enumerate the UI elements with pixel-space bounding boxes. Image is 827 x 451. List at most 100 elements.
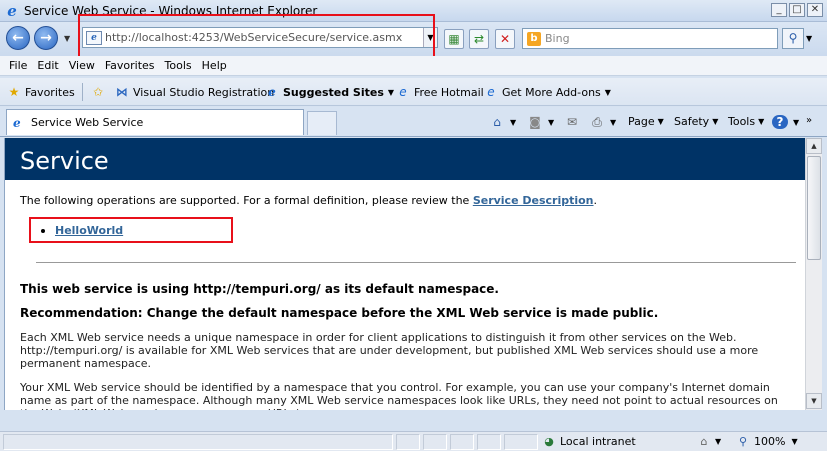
- favorites-bar: ★ Favorites ✩ ⋈ Visual Studio Registrati…: [0, 78, 827, 106]
- fav-free-hotmail-label: Free Hotmail: [414, 85, 484, 99]
- chevron-down-icon: ▼: [610, 117, 617, 127]
- stop-icon: ✕: [499, 32, 511, 46]
- forward-button[interactable]: →: [34, 26, 58, 50]
- add-favorite-icon: ✩: [92, 85, 104, 99]
- minimize-button[interactable]: _: [771, 3, 787, 17]
- window-controls: _ □ ✕: [771, 3, 823, 17]
- recent-pages-dropdown-icon[interactable]: ▼: [64, 34, 70, 43]
- search-box[interactable]: b Bing: [522, 28, 778, 49]
- intro-end: .: [593, 194, 598, 207]
- divider: [36, 262, 796, 263]
- status-pane: [504, 434, 538, 450]
- chevron-down-icon: ▼: [715, 437, 722, 446]
- chevron-down-icon: ▼: [548, 117, 555, 127]
- ie-logo-icon: e: [7, 1, 17, 20]
- close-button[interactable]: ✕: [807, 3, 823, 17]
- fav-get-more-addons[interactable]: e Get More Add-ons ▼: [484, 85, 611, 99]
- chevron-down-icon: ▼: [510, 117, 517, 127]
- search-button[interactable]: ⚲: [782, 28, 804, 49]
- fav-visual-studio-label: Visual Studio Registration: [133, 85, 275, 99]
- maximize-button[interactable]: □: [789, 3, 805, 17]
- mail-icon: ✉: [566, 115, 578, 129]
- add-to-favorites-bar-button[interactable]: ✩: [91, 85, 109, 99]
- zoom-level: 100%: [754, 435, 786, 448]
- lock-icon: ⌂: [700, 435, 708, 448]
- new-tab-button[interactable]: [307, 111, 337, 135]
- address-highlight-box: [78, 14, 435, 59]
- favorites-button[interactable]: ★ Favorites: [7, 85, 75, 99]
- more-commands-button[interactable]: »: [806, 115, 812, 126]
- page-title: Service: [20, 147, 109, 175]
- fav-free-hotmail[interactable]: e Free Hotmail: [396, 85, 484, 99]
- tab-title: Service Web Service: [31, 116, 144, 129]
- security-zone-label: Local intranet: [560, 435, 636, 448]
- search-icon: ⚲: [788, 31, 798, 45]
- menu-file[interactable]: File: [9, 59, 34, 72]
- namespace-paragraph-1: Each XML Web service needs a unique name…: [20, 331, 759, 370]
- fav-visual-studio-registration[interactable]: ⋈ Visual Studio Registration: [115, 85, 274, 99]
- menu-edit[interactable]: Edit: [37, 59, 65, 72]
- menu-view[interactable]: View: [69, 59, 102, 72]
- chevron-down-icon: ▼: [758, 117, 765, 126]
- chevron-down-icon: ▼: [712, 117, 719, 126]
- feeds-button[interactable]: ◙ ▼: [527, 115, 554, 129]
- stop-button[interactable]: ✕: [495, 29, 515, 49]
- namespace-paragraph-2: Your XML Web service should be identifie…: [20, 381, 778, 410]
- scroll-thumb[interactable]: [807, 156, 821, 260]
- visual-studio-icon: ⋈: [116, 85, 128, 99]
- tab-row: e Service Web Service ⌂ ▼ ◙ ▼ ✉ ⎙ ▼ Page ▼ S…: [0, 107, 827, 137]
- recommendation-text: Recommendation: Change the default names…: [20, 306, 659, 320]
- chevron-down-icon: ▼: [791, 437, 798, 446]
- scroll-down-button[interactable]: ▼: [806, 393, 822, 409]
- chevron-down-icon: ▼: [793, 117, 800, 127]
- refresh-icon: ⇄: [473, 32, 485, 46]
- helloworld-highlight-box: [29, 217, 233, 243]
- intranet-zone-icon: ◕: [544, 435, 554, 448]
- protected-mode-button[interactable]: ⌂ ▼: [697, 435, 722, 448]
- chevron-right-icon: »: [806, 115, 813, 126]
- print-button[interactable]: ⎙ ▼: [589, 115, 616, 129]
- chevron-down-icon: ▼: [604, 87, 611, 97]
- help-icon: ?: [772, 115, 788, 129]
- favbar-separator: [82, 83, 83, 101]
- status-bar: ◕ Local intranet ⌂ ▼ ⚲ 100% ▼: [0, 431, 827, 451]
- refresh-button[interactable]: ⇄: [469, 29, 489, 49]
- compatibility-view-button[interactable]: ▦: [444, 29, 464, 49]
- read-mail-button[interactable]: ✉: [564, 115, 582, 129]
- home-button[interactable]: ⌂ ▼: [489, 115, 516, 129]
- menu-help[interactable]: Help: [202, 59, 234, 72]
- status-pane: [396, 434, 420, 450]
- service-description-link[interactable]: Service Description: [473, 194, 594, 207]
- ie-tab-icon: e: [13, 115, 21, 130]
- tab-service-web-service[interactable]: e Service Web Service: [6, 109, 304, 135]
- menu-favorites[interactable]: Favorites: [105, 59, 162, 72]
- menu-bar: File Edit View Favorites Tools Help: [0, 56, 827, 76]
- page-heading-banner: Service: [5, 138, 805, 180]
- page-menu-button[interactable]: Page ▼: [628, 115, 664, 128]
- page-favicon-icon: e: [399, 85, 407, 99]
- safety-menu-button[interactable]: Safety ▼: [674, 115, 718, 128]
- search-options-dropdown-icon[interactable]: ▼: [806, 34, 812, 43]
- search-placeholder[interactable]: Bing: [545, 32, 570, 45]
- status-pane: [450, 434, 474, 450]
- back-button[interactable]: ←: [6, 26, 30, 50]
- ie-suggested-icon: e: [268, 85, 276, 99]
- rss-feed-icon: ◙: [529, 115, 541, 129]
- chevron-down-icon: ▼: [387, 87, 395, 97]
- vertical-scrollbar[interactable]: ▲ ▼: [805, 138, 822, 410]
- compatibility-icon: ▦: [448, 32, 460, 46]
- menu-tools[interactable]: Tools: [165, 59, 199, 72]
- tools-menu-button[interactable]: Tools ▼: [728, 115, 764, 128]
- fav-suggested-sites[interactable]: e Suggested Sites ▼: [265, 85, 394, 99]
- security-zone[interactable]: ◕ Local intranet: [542, 435, 636, 448]
- fav-get-more-addons-label: Get More Add-ons: [502, 85, 601, 99]
- chevron-down-icon: ▼: [657, 117, 664, 126]
- page-favicon-icon: e: [487, 85, 495, 99]
- fav-suggested-sites-label: Suggested Sites: [283, 85, 384, 99]
- page-menu-label: Page: [628, 115, 655, 128]
- help-button[interactable]: ? ▼: [772, 115, 799, 129]
- zoom-control[interactable]: ⚲ 100% ▼: [736, 435, 798, 448]
- home-icon: ⌂: [493, 115, 501, 129]
- intro-paragraph: The following operations are supported. …: [20, 194, 597, 207]
- scroll-up-button[interactable]: ▲: [806, 138, 822, 154]
